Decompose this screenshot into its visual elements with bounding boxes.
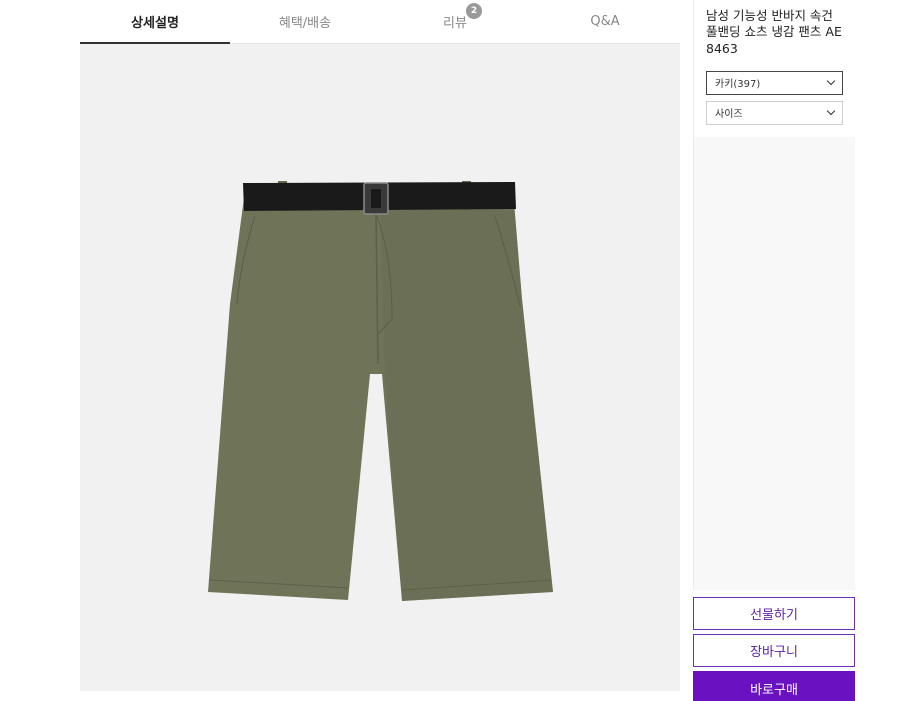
buy-button-label: 바로구매 [750, 682, 798, 698]
tab-qna[interactable]: Q&A [530, 0, 680, 43]
buy-now-button[interactable]: 바로구매 [693, 671, 855, 701]
tab-benefits-label: 혜택/배송 [278, 16, 332, 31]
shorts-illustration [208, 181, 553, 601]
tab-reviews[interactable]: 리뷰 2 [380, 0, 530, 43]
size-select-value: 사이즈 [715, 109, 743, 121]
chevron-down-icon [826, 107, 836, 116]
option-panel: 남성 기능성 반바지 속건 풀밴딩 쇼츠 냉감 팬츠 AE8463 카키(397… [693, 0, 855, 590]
detail-tabs: 상세설명 혜택/배송 리뷰 2 Q&A [80, 0, 680, 44]
cart-button-label: 장바구니 [750, 645, 798, 660]
product-image [80, 44, 680, 691]
tab-description-label: 상세설명 [131, 16, 179, 31]
color-select[interactable]: 카키(397) [706, 70, 843, 95]
size-select[interactable]: 사이즈 [706, 100, 843, 125]
tab-qna-label: Q&A [590, 14, 620, 29]
gift-button-label: 선물하기 [750, 608, 798, 623]
option-panel-header: 남성 기능성 반바지 속건 풀밴딩 쇼츠 냉감 팬츠 AE8463 카키(397… [694, 0, 855, 137]
color-select-value: 카키(397) [715, 79, 761, 91]
review-count-badge: 2 [465, 3, 482, 19]
chevron-down-icon [826, 77, 836, 86]
tab-reviews-label: 리뷰 [443, 16, 467, 31]
tab-benefits-shipping[interactable]: 혜택/배송 [230, 0, 380, 43]
add-to-cart-button[interactable]: 장바구니 [693, 634, 855, 667]
product-title: 남성 기능성 반바지 속건 풀밴딩 쇼츠 냉감 팬츠 AE8463 [706, 8, 842, 56]
tab-description[interactable]: 상세설명 [80, 0, 230, 44]
gift-button[interactable]: 선물하기 [693, 597, 855, 630]
